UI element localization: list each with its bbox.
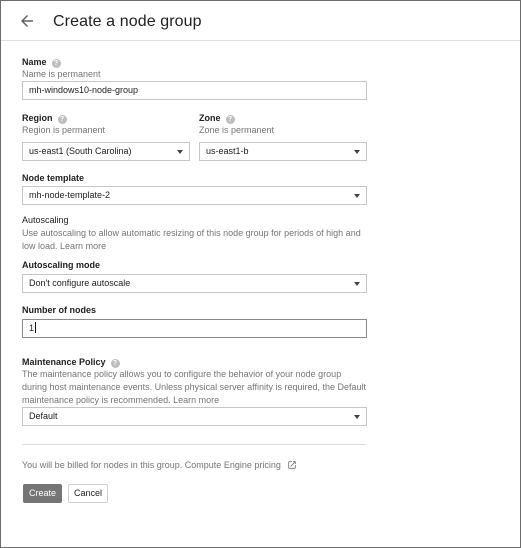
region-select[interactable]: us-east1 (South Carolina) [22,142,190,161]
open-in-new-icon[interactable] [287,460,297,470]
help-icon[interactable]: ? [225,115,235,124]
dropdown-caret-icon [177,150,183,154]
name-label: Name? [22,57,61,68]
region-hint: Region is permanent [22,125,106,135]
zone-label: Zone? [199,113,235,124]
maintenance-policy-label: Maintenance Policy? [22,357,120,368]
dropdown-caret-icon [354,282,360,286]
help-icon[interactable]: ? [57,115,67,124]
node-template-select[interactable]: mh-node-template-2 [22,186,367,205]
billing-notice: You will be billed for nodes in this gro… [22,460,297,470]
number-of-nodes-label: Number of nodes [22,305,97,315]
zone-hint: Zone is permanent [199,125,275,135]
name-hint: Name is permanent [22,69,101,79]
autoscaling-mode-label: Autoscaling mode [22,260,101,270]
dropdown-caret-icon [354,150,360,154]
cancel-button[interactable]: Cancel [68,484,108,503]
autoscaling-mode-select[interactable]: Don't configure autoscale [22,274,367,293]
learn-more-link[interactable]: Learn more [60,241,106,251]
pricing-link[interactable]: Compute Engine pricing [185,460,281,470]
help-icon[interactable]: ? [110,359,120,368]
node-template-label: Node template [22,173,85,183]
page-title: Create a node group [53,13,202,30]
text-cursor [35,322,37,333]
page-header: Create a node group [1,1,520,41]
number-of-nodes-input[interactable]: 1 [22,319,367,338]
zone-select[interactable]: us-east1-b [199,142,367,161]
create-button[interactable]: Create [23,484,62,503]
arrow-back-icon[interactable] [18,12,36,30]
region-label: Region? [22,113,67,124]
maintenance-policy-description: The maintenance policy allows you to con… [22,369,367,405]
autoscaling-description: Use autoscaling to allow automatic resiz… [22,228,361,251]
name-input[interactable]: mh-windows10-node-group [22,81,367,100]
help-icon[interactable]: ? [51,59,61,68]
autoscaling-heading: Autoscaling [22,215,69,225]
maintenance-policy-select[interactable]: Default [22,407,367,426]
dropdown-caret-icon [354,194,360,198]
learn-more-link[interactable]: Learn more [173,395,219,405]
divider [22,444,366,445]
dropdown-caret-icon [354,415,360,419]
